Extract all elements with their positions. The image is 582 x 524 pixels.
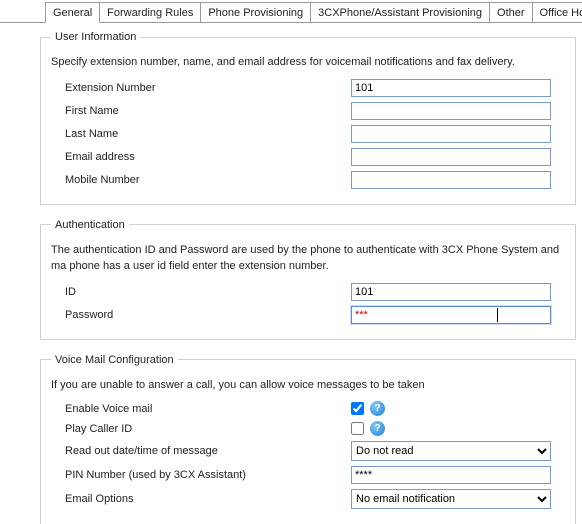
label-first-name: First Name xyxy=(51,105,351,117)
tab-general[interactable]: General xyxy=(45,2,100,23)
help-icon[interactable]: ? xyxy=(370,401,385,416)
label-email-address: Email address xyxy=(51,151,351,163)
fieldset-voicemail: Voice Mail Configuration If you are unab… xyxy=(40,354,576,524)
read-datetime-select[interactable]: Do not read xyxy=(351,441,551,461)
first-name-input[interactable] xyxy=(351,102,551,120)
tab-bar: General Forwarding Rules Phone Provision… xyxy=(0,0,582,23)
label-enable-voicemail: Enable Voice mail xyxy=(51,403,351,415)
label-auth-password: Password xyxy=(51,309,351,321)
auth-id-input[interactable] xyxy=(351,283,551,301)
mobile-number-input[interactable] xyxy=(351,171,551,189)
play-caller-id-checkbox[interactable] xyxy=(351,422,364,435)
tab-office-hours[interactable]: Office Hours xyxy=(532,2,582,22)
label-extension-number: Extension Number xyxy=(51,82,351,94)
label-mobile-number: Mobile Number xyxy=(51,174,351,186)
email-address-input[interactable] xyxy=(351,148,551,166)
email-options-select[interactable]: No email notification xyxy=(351,489,551,509)
tab-forwarding-rules[interactable]: Forwarding Rules xyxy=(99,2,201,22)
label-auth-id: ID xyxy=(51,286,351,298)
help-icon[interactable]: ? xyxy=(370,421,385,436)
label-last-name: Last Name xyxy=(51,128,351,140)
legend-voicemail: Voice Mail Configuration xyxy=(51,354,178,366)
auth-password-input[interactable] xyxy=(351,306,551,324)
pin-number-input[interactable] xyxy=(351,466,551,484)
extension-number-input[interactable] xyxy=(351,79,551,97)
fieldset-user-information: User Information Specify extension numbe… xyxy=(40,31,576,205)
last-name-input[interactable] xyxy=(351,125,551,143)
legend-authentication: Authentication xyxy=(51,219,129,231)
tab-other[interactable]: Other xyxy=(489,2,533,22)
tab-3cxphone-assistant-provisioning[interactable]: 3CXPhone/Assistant Provisioning xyxy=(310,2,490,22)
content-area: User Information Specify extension numbe… xyxy=(0,23,582,524)
text-caret-icon xyxy=(497,308,498,322)
voicemail-description: If you are unable to answer a call, you … xyxy=(51,377,565,394)
fieldset-authentication: Authentication The authentication ID and… xyxy=(40,219,576,340)
label-read-datetime: Read out date/time of message xyxy=(51,445,351,457)
label-email-options: Email Options xyxy=(51,493,351,505)
auth-description: The authentication ID and Password are u… xyxy=(51,242,565,275)
enable-voicemail-checkbox[interactable] xyxy=(351,402,364,415)
label-play-caller-id: Play Caller ID xyxy=(51,423,351,435)
tab-phone-provisioning[interactable]: Phone Provisioning xyxy=(200,2,311,22)
user-info-description: Specify extension number, name, and emai… xyxy=(51,54,565,71)
legend-user-information: User Information xyxy=(51,31,140,43)
label-pin-number: PIN Number (used by 3CX Assistant) xyxy=(51,469,351,481)
